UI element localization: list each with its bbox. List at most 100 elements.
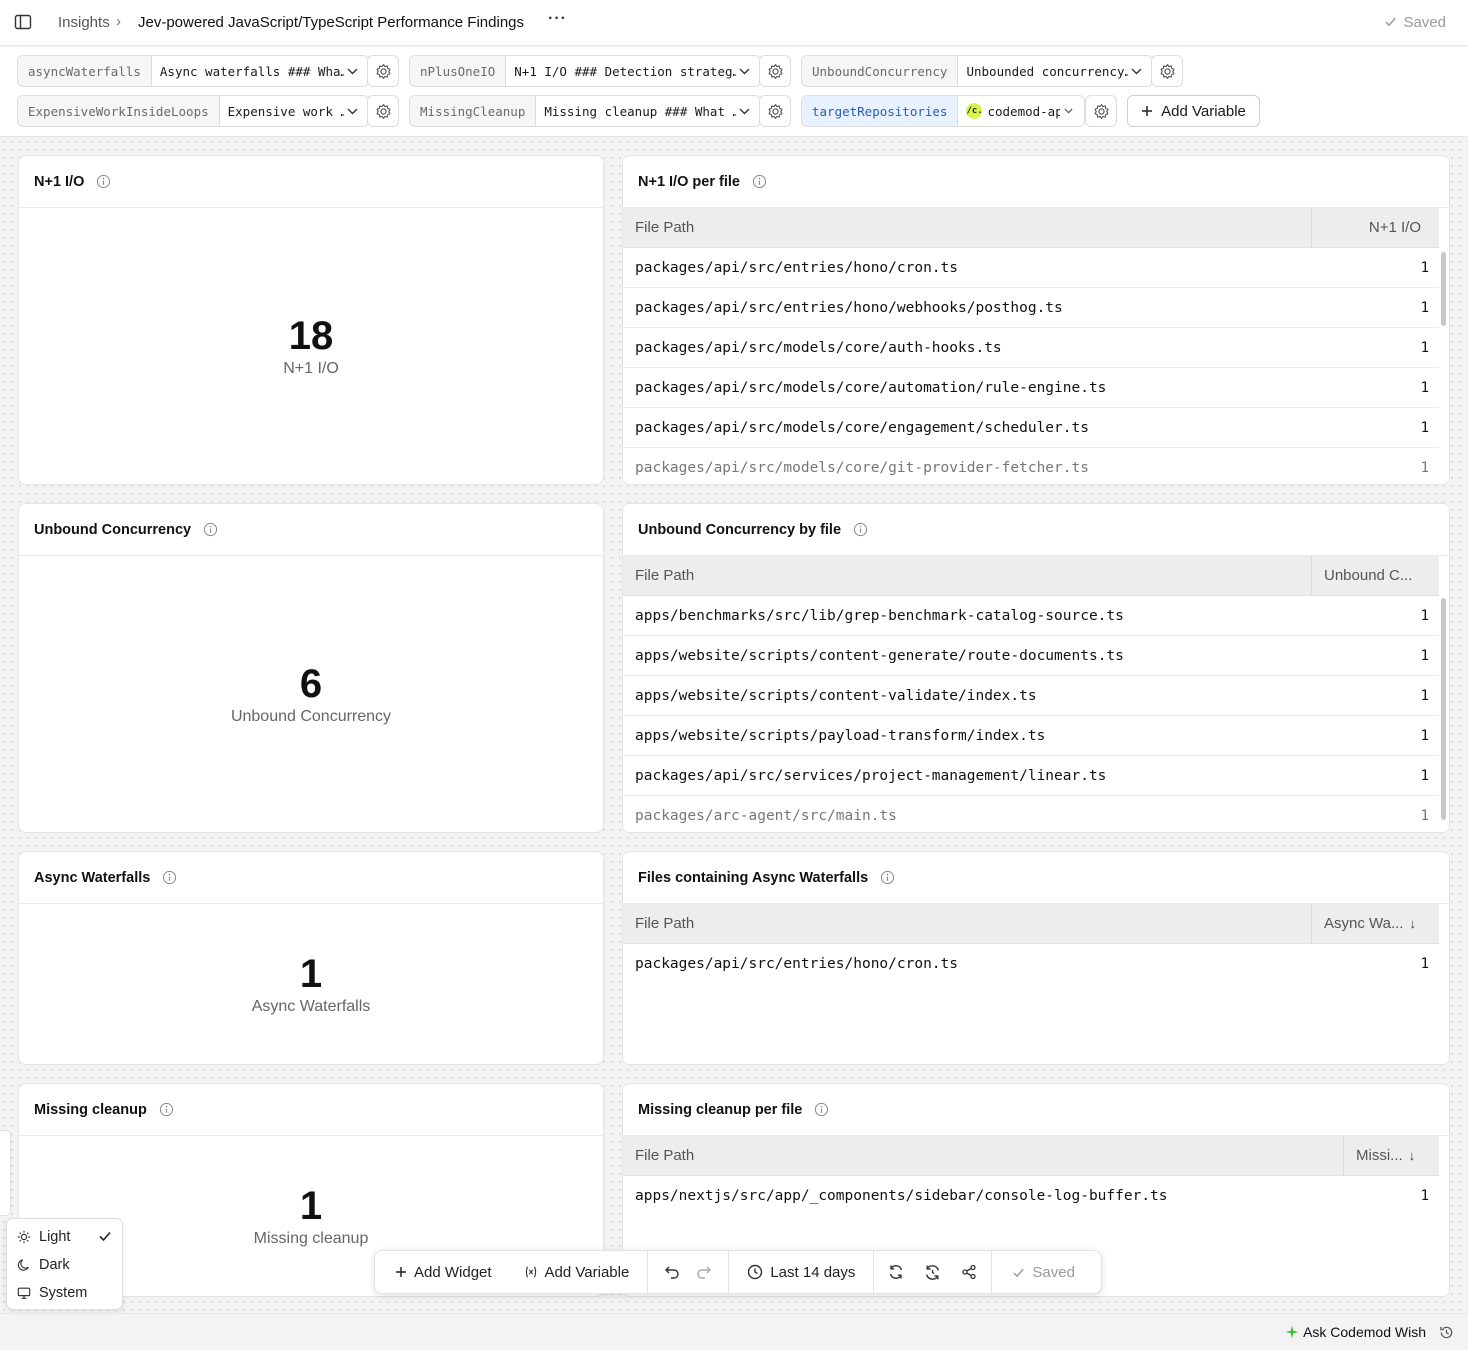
variable-value[interactable]: Expensive work … [220, 96, 344, 126]
ask-assistant-button[interactable]: Ask Codemod Wish [1285, 1324, 1426, 1340]
add-variable-button[interactable]: Add Variable [1127, 95, 1260, 127]
info-icon[interactable] [752, 174, 767, 189]
saved-button[interactable]: Saved [992, 1251, 1089, 1293]
gear-icon[interactable] [759, 95, 791, 127]
chevron-down-icon[interactable] [344, 56, 360, 86]
time-range-button[interactable]: Last 14 days [729, 1251, 873, 1293]
info-icon[interactable] [96, 174, 111, 189]
row-value: 1 [1420, 459, 1429, 476]
row-value: 1 [1420, 379, 1429, 396]
variable-asyncWaterfalls[interactable]: asyncWaterfalls Async waterfalls ### Wha… [17, 55, 369, 87]
theme-option-light[interactable]: Light [7, 1223, 124, 1251]
stat-label: Missing cleanup [253, 1230, 369, 1247]
column-header-file-path[interactable]: File Path [623, 904, 1311, 943]
add-widget-button[interactable]: Add Widget [375, 1251, 506, 1293]
stat-value: 6 [299, 662, 323, 706]
more-options-button[interactable]: ··· [548, 10, 568, 34]
table-row[interactable]: packages/api/src/models/core/auth-hooks.… [623, 328, 1439, 368]
table-row[interactable]: apps/website/scripts/content-generate/ro… [623, 636, 1439, 676]
variable-UnboundConcurrency[interactable]: UnboundConcurrency Unbounded concurrency… [801, 55, 1153, 87]
widget-n1-table[interactable]: N+1 I/O per file File Path N+1 I/O packa… [622, 155, 1450, 485]
breadcrumb-insights[interactable]: Insights [58, 14, 110, 31]
column-header-value[interactable]: N+1 I/O [1311, 208, 1439, 247]
widget-unbound-stat[interactable]: Unbound Concurrency 6 Unbound Concurrenc… [18, 503, 604, 833]
info-icon[interactable] [159, 1102, 174, 1117]
variable-ExpensiveWorkInsideLoops[interactable]: ExpensiveWorkInsideLoops Expensive work … [17, 95, 369, 127]
file-path: apps/nextjs/src/app/_components/sidebar/… [635, 1188, 1168, 1204]
gear-icon[interactable] [759, 55, 791, 87]
row-value: 1 [1420, 1188, 1429, 1204]
column-header-value[interactable]: Async Wa... ↓ [1311, 904, 1439, 943]
info-icon[interactable] [853, 522, 868, 537]
auto-refresh-button[interactable] [914, 1251, 951, 1293]
widget-title: Unbound Concurrency by file [638, 521, 842, 538]
widget-title: N+1 I/O [34, 173, 85, 190]
chevron-down-icon[interactable] [736, 96, 752, 126]
info-icon[interactable] [203, 522, 218, 537]
file-path: apps/website/scripts/content-validate/in… [635, 687, 1037, 704]
widget-unbound-table[interactable]: Unbound Concurrency by file File Path Un… [622, 503, 1450, 833]
row-value: 1 [1420, 419, 1429, 436]
variable-value[interactable]: Unbounded concurrency… [958, 56, 1128, 86]
gear-icon[interactable] [1085, 95, 1117, 127]
redo-icon [697, 1266, 712, 1279]
history-icon[interactable] [1439, 1325, 1454, 1340]
table-row[interactable]: packages/api/src/entries/hono/webhooks/p… [623, 288, 1439, 328]
theme-option-system[interactable]: System [7, 1279, 124, 1307]
column-header-file-path[interactable]: File Path [623, 1136, 1343, 1175]
table-row[interactable]: apps/benchmarks/src/lib/grep-benchmark-c… [623, 596, 1439, 636]
variable-value[interactable]: Missing cleanup ### What … [536, 96, 736, 126]
variable-value[interactable]: N+1 I/O ### Detection strateg… [506, 56, 736, 86]
table-row[interactable]: apps/website/scripts/content-validate/in… [623, 676, 1439, 716]
file-path: apps/benchmarks/src/lib/grep-benchmark-c… [635, 607, 1124, 624]
table-row[interactable]: packages/api/src/models/core/git-provide… [623, 448, 1439, 484]
undo-button[interactable] [648, 1251, 690, 1293]
sort-desc-icon[interactable]: ↓ [1409, 916, 1416, 931]
table-row[interactable]: packages/api/src/entries/hono/cron.ts 1 [623, 944, 1439, 984]
redo-button[interactable] [690, 1251, 728, 1293]
row-value: 1 [1420, 299, 1429, 316]
table-row[interactable]: packages/api/src/models/core/engagement/… [623, 408, 1439, 448]
sort-desc-icon[interactable]: ↓ [1409, 1148, 1416, 1163]
table-scrollbar[interactable] [1441, 252, 1446, 326]
chevron-down-icon[interactable] [736, 56, 752, 86]
column-header-value[interactable]: Missi... ↓ [1343, 1136, 1439, 1175]
column-header-file-path[interactable]: File Path [623, 208, 1311, 247]
widget-n1-stat[interactable]: N+1 I/O 18 N+1 I/O [18, 155, 604, 485]
table-row[interactable]: apps/website/scripts/payload-transform/i… [623, 716, 1439, 756]
moon-icon [17, 1259, 29, 1271]
variable-nPlusOneIO[interactable]: nPlusOneIO N+1 I/O ### Detection strateg… [409, 55, 761, 87]
variable-MissingCleanup[interactable]: MissingCleanup Missing cleanup ### What … [409, 95, 761, 127]
info-icon[interactable] [162, 870, 177, 885]
table-row[interactable]: packages/arc-agent/src/main.ts 1 [623, 796, 1439, 832]
theme-option-dark[interactable]: Dark [7, 1251, 124, 1279]
stat-body: 18 N+1 I/O [19, 208, 603, 484]
chevron-down-icon[interactable] [1128, 56, 1144, 86]
table-row[interactable]: apps/nextjs/src/app/_components/sidebar/… [623, 1176, 1439, 1216]
widget-async-table[interactable]: Files containing Async Waterfalls File P… [622, 851, 1450, 1065]
table-scrollbar[interactable] [1441, 598, 1446, 820]
chevron-down-icon[interactable] [1060, 96, 1076, 126]
chevron-down-icon[interactable] [344, 96, 360, 126]
share-button[interactable] [951, 1251, 991, 1293]
gear-icon[interactable] [367, 55, 399, 87]
column-header-value[interactable]: Unbound C... [1311, 556, 1439, 595]
table-row[interactable]: packages/api/src/entries/hono/cron.ts 1 [623, 248, 1439, 288]
data-table: File Path Async Wa... ↓ packages/api/src… [623, 904, 1439, 1064]
variable-value[interactable]: Async waterfalls ### Wha… [152, 56, 344, 86]
variable-targetRepositories[interactable]: targetRepositories /c.codemod-app [801, 95, 1085, 127]
side-panel-tab[interactable] [0, 1130, 11, 1216]
table-row[interactable]: packages/api/src/services/project-manage… [623, 756, 1439, 796]
gear-icon[interactable] [1151, 55, 1183, 87]
info-icon[interactable] [814, 1102, 829, 1117]
variable-value[interactable]: /c.codemod-app [958, 96, 1060, 126]
refresh-button[interactable] [874, 1251, 914, 1293]
info-icon[interactable] [880, 870, 895, 885]
column-header-file-path[interactable]: File Path [623, 556, 1311, 595]
add-variable-toolbar-button[interactable]: Add Variable [506, 1251, 648, 1293]
widget-async-stat[interactable]: Async Waterfalls 1 Async Waterfalls [18, 851, 604, 1065]
table-row[interactable]: packages/api/src/models/core/automation/… [623, 368, 1439, 408]
row-value: 1 [1420, 259, 1429, 276]
gear-icon[interactable] [367, 95, 399, 127]
sidebar-toggle-icon[interactable] [14, 13, 32, 31]
